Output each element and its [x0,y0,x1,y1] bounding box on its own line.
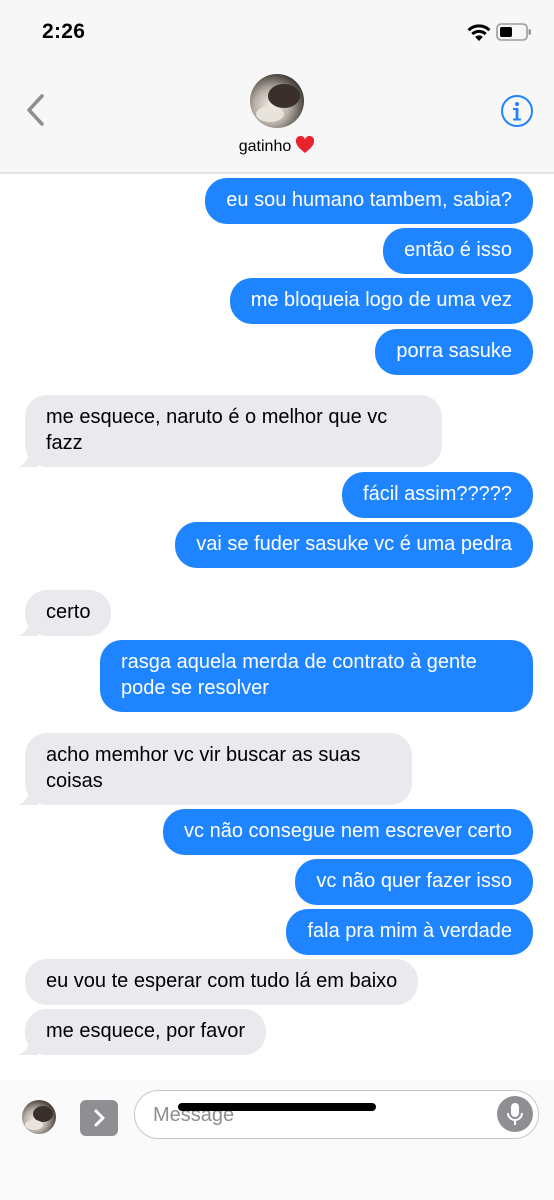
message-text-line: me esquece, naruto é o melhor que vc [46,406,388,428]
app-drawer-button[interactable] [80,1100,118,1136]
microphone-button[interactable] [497,1096,533,1132]
chevron-right-icon [94,1109,105,1127]
incoming-message[interactable]: acho memhor vc vir buscar as suas coisas [18,733,412,805]
outgoing-message[interactable]: vc não consegue nem escrever certo [163,809,533,855]
message-text: então é isso [404,239,512,261]
message-text-line: fazz [46,432,83,454]
contact-avatar[interactable] [250,74,304,128]
message-text: certo [46,601,91,623]
wifi-icon [467,24,491,41]
status-bar: 2:26 [0,0,554,64]
contact-name-label: gatinho [238,138,292,155]
outgoing-message[interactable]: vai se fuder sasuke vc é uma pedra [175,522,533,568]
incoming-message[interactable]: me esquece, por favor [18,1009,266,1055]
info-icon[interactable] [500,94,534,128]
contact-name[interactable]: gatinho [0,135,554,156]
conversation-header: gatinho [0,64,554,174]
outgoing-message[interactable]: então é isso [383,228,533,274]
message-text: eu sou humano tambem, sabia? [226,189,512,211]
message-composer [0,1080,554,1200]
bubble-tail [18,787,38,805]
red-heart-icon [296,135,315,153]
outgoing-message[interactable]: rasga aquela merda de contrato à gente p… [100,640,533,712]
sticker-avatar[interactable] [22,1100,56,1134]
outgoing-message[interactable]: vc não quer fazer isso [295,859,533,905]
message-text: vai se fuder sasuke vc é uma pedra [196,533,512,555]
message-text: porra sasuke [396,340,512,362]
outgoing-message[interactable]: eu sou humano tambem, sabia? [205,178,533,224]
message-text: vc não quer fazer isso [316,870,512,892]
microphone-icon [507,1103,523,1125]
back-chevron-icon[interactable] [22,92,50,128]
bubble-tail [18,1037,38,1055]
message-text: eu vou te esperar com tudo lá em baixo [46,970,398,992]
incoming-message[interactable]: certo [18,590,112,636]
bubble-tail [18,618,38,636]
home-indicator[interactable] [178,1103,376,1111]
outgoing-message[interactable]: fácil assim????? [342,472,533,518]
bubble-tail [18,449,38,467]
message-text: me esquece, por favor [46,1020,245,1042]
message-text: fala pra mim à verdade [307,920,512,942]
message-text-line: coisas [46,770,103,792]
message-text-line: acho memhor vc vir buscar as suas [46,744,361,766]
message-text: fácil assim????? [363,483,512,505]
incoming-message[interactable]: me esquece, naruto é o melhor que vc faz… [18,395,442,467]
message-text: me bloqueia logo de uma vez [250,289,512,311]
outgoing-message[interactable]: porra sasuke [375,329,533,375]
battery-icon [496,23,531,41]
outgoing-message[interactable]: fala pra mim à verdade [286,909,533,955]
incoming-message[interactable]: eu vou te esperar com tudo lá em baixo [25,959,419,1005]
status-time: 2:26 [42,20,86,43]
outgoing-message[interactable]: me bloqueia logo de uma vez [229,278,533,324]
message-text-line: pode se resolver [121,677,269,699]
message-text: vc não consegue nem escrever certo [184,820,512,842]
message-field[interactable] [134,1090,539,1139]
message-text-line: rasga aquela merda de contrato à gente [121,651,477,673]
